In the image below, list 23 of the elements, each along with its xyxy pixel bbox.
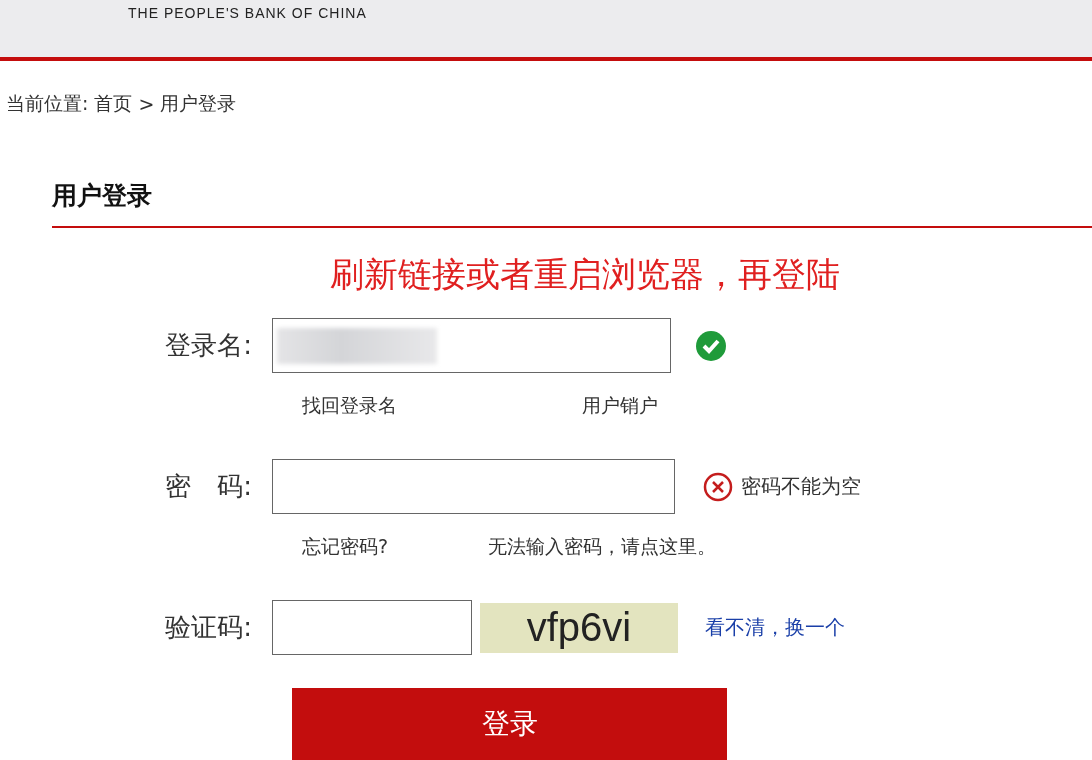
- login-button[interactable]: 登录: [292, 688, 727, 760]
- help-link[interactable]: 忘记密码?: [302, 534, 488, 560]
- help-link[interactable]: 用户销户: [582, 393, 882, 419]
- refresh-captcha-link[interactable]: 看不清，换一个: [705, 614, 845, 641]
- captcha-image: vfp6vi: [480, 602, 678, 653]
- field-label: 登录名:: [164, 329, 253, 362]
- error-icon: [703, 471, 733, 502]
- input-field[interactable]: [272, 318, 671, 373]
- breadcrumb-item[interactable]: 首页: [94, 91, 133, 117]
- breadcrumb-label: 当前位置:: [6, 91, 89, 116]
- field-label: 验证码:: [164, 611, 253, 644]
- panel-title: 用户登录: [52, 179, 1092, 228]
- error-message: 密码不能为空: [741, 473, 861, 500]
- breadcrumb-item[interactable]: 用户登录: [160, 91, 237, 117]
- check-icon: [695, 329, 727, 362]
- breadcrumb-separator: >: [138, 93, 155, 115]
- input-field[interactable]: [272, 459, 675, 514]
- help-link[interactable]: 无法输入密码，请点这里。: [488, 534, 788, 560]
- org-name: THE PEOPLE'S BANK OF CHINA: [128, 5, 367, 21]
- help-link[interactable]: 找回登录名: [302, 393, 582, 419]
- input-field[interactable]: [272, 600, 472, 655]
- field-label: 密 码:: [164, 470, 253, 503]
- notice-text: 刷新链接或者重启浏览器，再登陆: [330, 253, 841, 296]
